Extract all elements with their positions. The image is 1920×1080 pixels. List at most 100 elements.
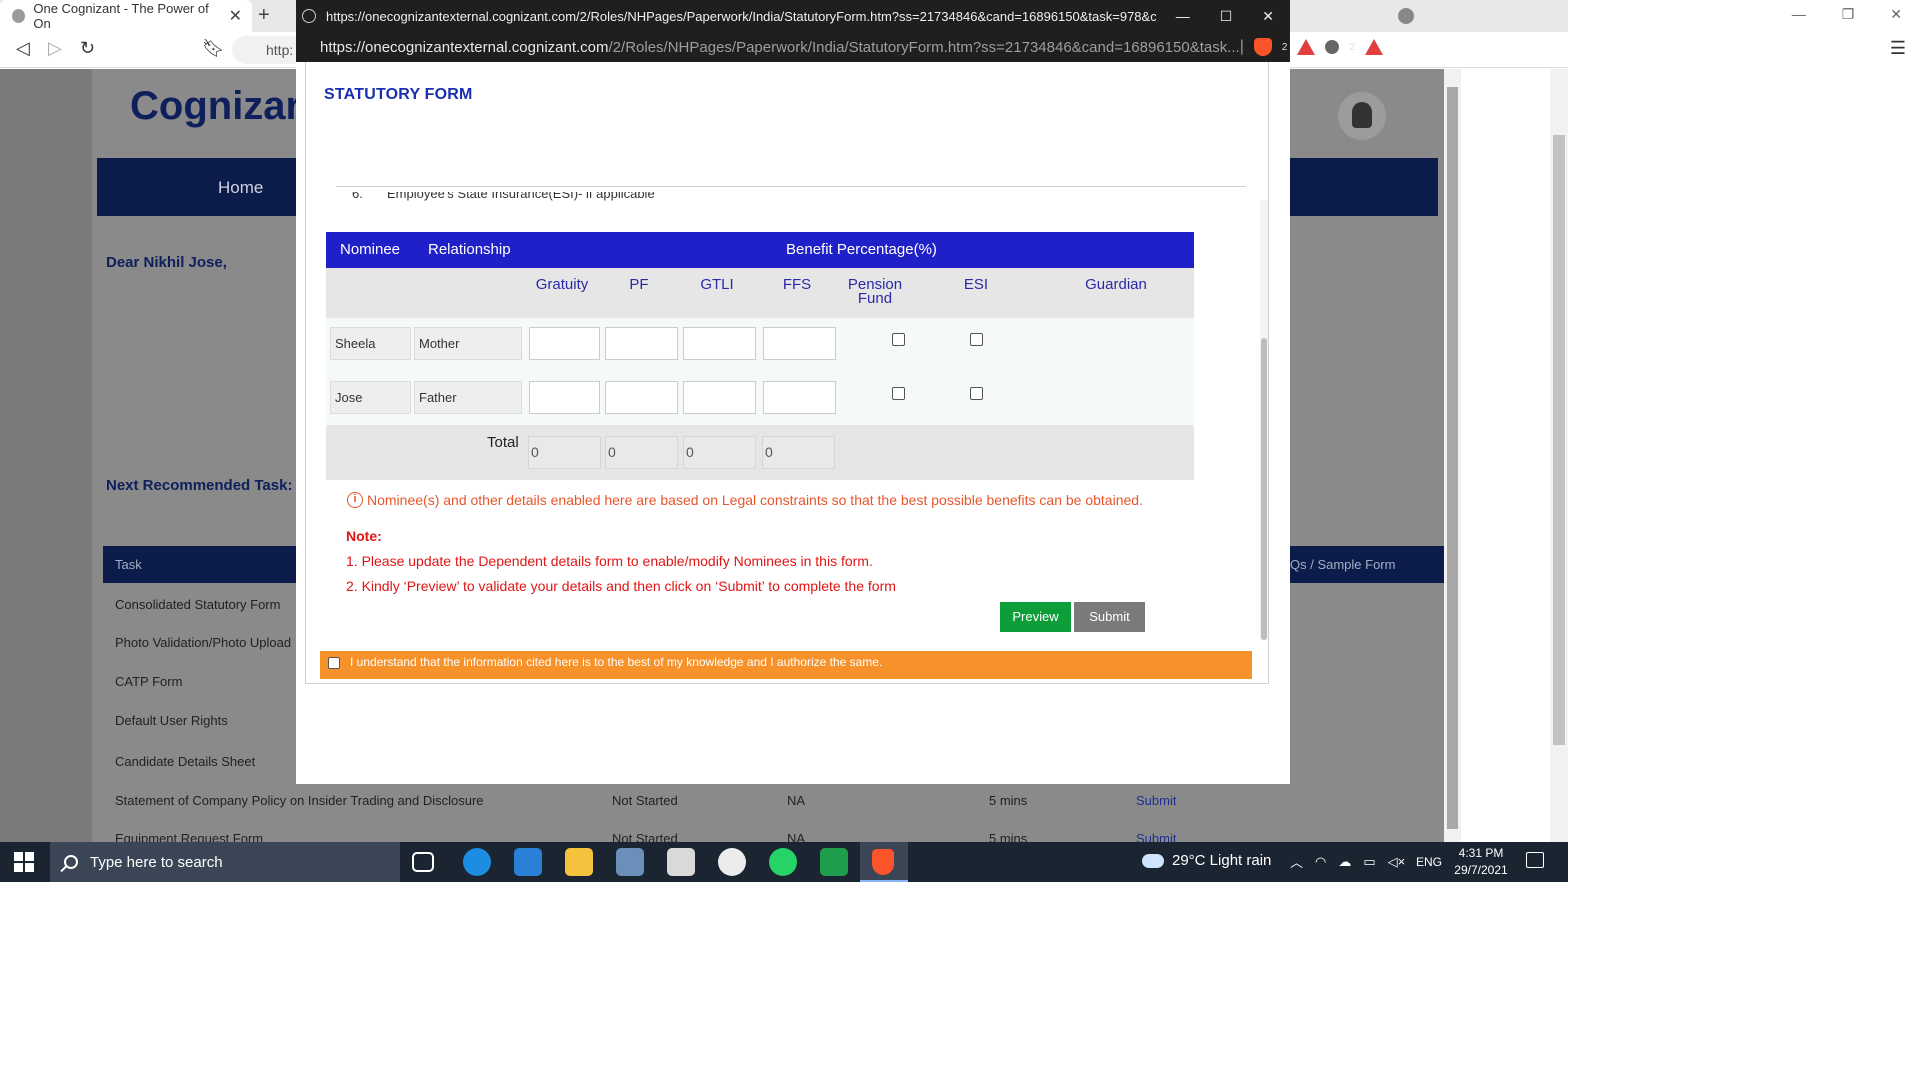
tab-close-icon[interactable]: ✕: [229, 6, 242, 26]
language-indicator[interactable]: ENG: [1416, 855, 1442, 869]
whatsapp-icon[interactable]: [769, 848, 797, 876]
cloud-rain-icon: [1142, 853, 1164, 868]
extension-icon[interactable]: [1325, 40, 1340, 54]
task-row-name[interactable]: Photo Validation/Photo Upload: [115, 635, 291, 650]
popup-url-text: https://onecognizantexternal.cognizant.c…: [320, 39, 1240, 56]
mail-icon[interactable]: [514, 848, 542, 876]
ffs-total: 0: [762, 436, 835, 469]
pf-input[interactable]: [605, 381, 678, 414]
page-scrollbar-thumb[interactable]: [1447, 87, 1458, 829]
profile-dropdown-icon[interactable]: [1398, 8, 1414, 24]
reload-icon[interactable]: ↻: [80, 38, 95, 59]
browser-menu-icon[interactable]: ☰: [1890, 38, 1906, 59]
window-controls: — ❐ ✕: [1792, 6, 1902, 23]
form-divider: [336, 186, 1246, 187]
app-icon[interactable]: [667, 848, 695, 876]
esi-checkbox[interactable]: [970, 333, 983, 346]
brave-shield-icon[interactable]: [1253, 38, 1272, 56]
gtli-header: GTLI: [700, 276, 734, 293]
onedrive-icon[interactable]: ☁: [1338, 854, 1351, 870]
task-row-name[interactable]: Consolidated Statutory Form: [115, 597, 280, 612]
gtli-input[interactable]: [683, 327, 756, 360]
forward-icon[interactable]: ▷: [48, 38, 62, 59]
back-icon[interactable]: ◁: [16, 38, 30, 59]
weather-widget[interactable]: 29°C Light rain: [1142, 852, 1271, 869]
submit-button[interactable]: Submit: [1074, 602, 1145, 632]
volume-icon[interactable]: ◁×: [1388, 854, 1406, 870]
pf-input[interactable]: [605, 327, 678, 360]
close-window-icon[interactable]: ✕: [1890, 6, 1902, 23]
chevron-up-icon[interactable]: ︿: [1290, 852, 1303, 871]
tab-favicon-icon: [12, 9, 26, 23]
wifi-icon[interactable]: ◠: [1315, 854, 1326, 870]
ffs-input[interactable]: [763, 381, 836, 414]
app-icon[interactable]: [616, 848, 644, 876]
nominee-name-field: Sheela: [330, 327, 411, 360]
task-submit-link[interactable]: Submit: [1136, 831, 1176, 842]
task-row-name[interactable]: Candidate Details Sheet: [115, 754, 255, 769]
relationship-column-header: Relationship: [428, 241, 511, 258]
window-scrollbar-thumb[interactable]: [1553, 135, 1565, 745]
nominee-name-field: Jose: [330, 381, 411, 414]
task-row-name[interactable]: Statement of Company Policy on Insider T…: [115, 793, 484, 808]
clock[interactable]: 4:31 PM 29/7/2021: [1452, 845, 1510, 879]
system-tray: ︿ ◠ ☁ ▭ ◁×: [1290, 852, 1405, 871]
task-view-icon[interactable]: [412, 852, 434, 872]
window-scrollbar[interactable]: [1550, 69, 1568, 842]
battery-icon[interactable]: ▭: [1363, 854, 1375, 870]
task-row-cut: Equipment Request Form Not Started NA 5 …: [92, 830, 1444, 842]
popup-address-bar[interactable]: https://onecognizantexternal.cognizant.c…: [296, 32, 1383, 62]
esi-checkbox[interactable]: [970, 387, 983, 400]
gratuity-input[interactable]: [529, 327, 600, 360]
esi-section-heading-cut: 6. Employee's State Insurance(ESI)- if ap…: [352, 192, 672, 205]
edge-browser-icon[interactable]: [463, 848, 491, 876]
next-task-heading: Next Recommended Task:: [106, 477, 293, 494]
task-time: 5 mins: [989, 831, 1028, 842]
minimize-icon[interactable]: —: [1792, 6, 1806, 23]
restore-icon[interactable]: ❐: [1842, 6, 1855, 23]
url-host: https://onecognizantexternal.cognizant.c…: [320, 38, 609, 56]
tab-title: One Cognizant - The Power of On: [33, 1, 209, 31]
popup-minimize-icon[interactable]: —: [1176, 8, 1190, 25]
consent-checkbox[interactable]: [328, 657, 340, 669]
brave-rewards-icon[interactable]: [1365, 39, 1383, 55]
guardian-header: Guardian: [1085, 276, 1147, 293]
form-scrollbar-thumb[interactable]: [1261, 338, 1267, 640]
preview-button[interactable]: Preview: [1000, 602, 1071, 632]
brave-icon: [872, 849, 894, 875]
task-column-header: Task: [115, 557, 142, 572]
new-tab-button[interactable]: +: [258, 4, 270, 27]
weather-text: 29°C Light rain: [1172, 852, 1272, 869]
task-submit-link[interactable]: Submit: [1136, 793, 1176, 808]
brave-rewards-icon[interactable]: [1297, 39, 1316, 55]
pension-fund-header: Pension Fund: [847, 276, 903, 307]
browser-tab[interactable]: One Cognizant - The Power of On ✕: [0, 0, 252, 32]
gtli-input[interactable]: [683, 381, 756, 414]
taskbar-search-box[interactable]: Type here to search: [50, 842, 400, 882]
user-avatar-icon[interactable]: [1338, 92, 1386, 140]
ffs-input[interactable]: [763, 327, 836, 360]
pension-fund-checkbox[interactable]: [892, 333, 905, 346]
task-status: Not Started: [612, 793, 678, 808]
search-icon: [64, 855, 78, 869]
media-player-icon[interactable]: [718, 848, 746, 876]
popup-close-icon[interactable]: ✕: [1262, 8, 1274, 25]
classroom-icon[interactable]: [820, 848, 848, 876]
task-row-name[interactable]: Equipment Request Form: [115, 831, 263, 842]
bookmark-icon[interactable]: 🔖︎: [202, 38, 225, 59]
task-row-name[interactable]: Default User Rights: [115, 713, 228, 728]
form-scrollbar[interactable]: [1260, 200, 1268, 640]
gratuity-input[interactable]: [529, 381, 600, 414]
popup-maximize-icon[interactable]: ☐: [1220, 8, 1233, 25]
nav-home-link[interactable]: Home: [218, 178, 263, 198]
legal-info-text: Nominee(s) and other details enabled her…: [367, 492, 1143, 508]
cognizant-logo: Cognizar: [130, 84, 302, 128]
extension-badge: 2: [1349, 41, 1355, 53]
notifications-icon[interactable]: [1526, 852, 1544, 868]
page-scrollbar[interactable]: [1444, 69, 1461, 842]
pension-fund-checkbox[interactable]: [892, 387, 905, 400]
task-row-name[interactable]: CATP Form: [115, 674, 182, 689]
info-icon: i: [347, 492, 363, 508]
windows-start-icon[interactable]: [14, 852, 34, 872]
file-explorer-icon[interactable]: [565, 848, 593, 876]
